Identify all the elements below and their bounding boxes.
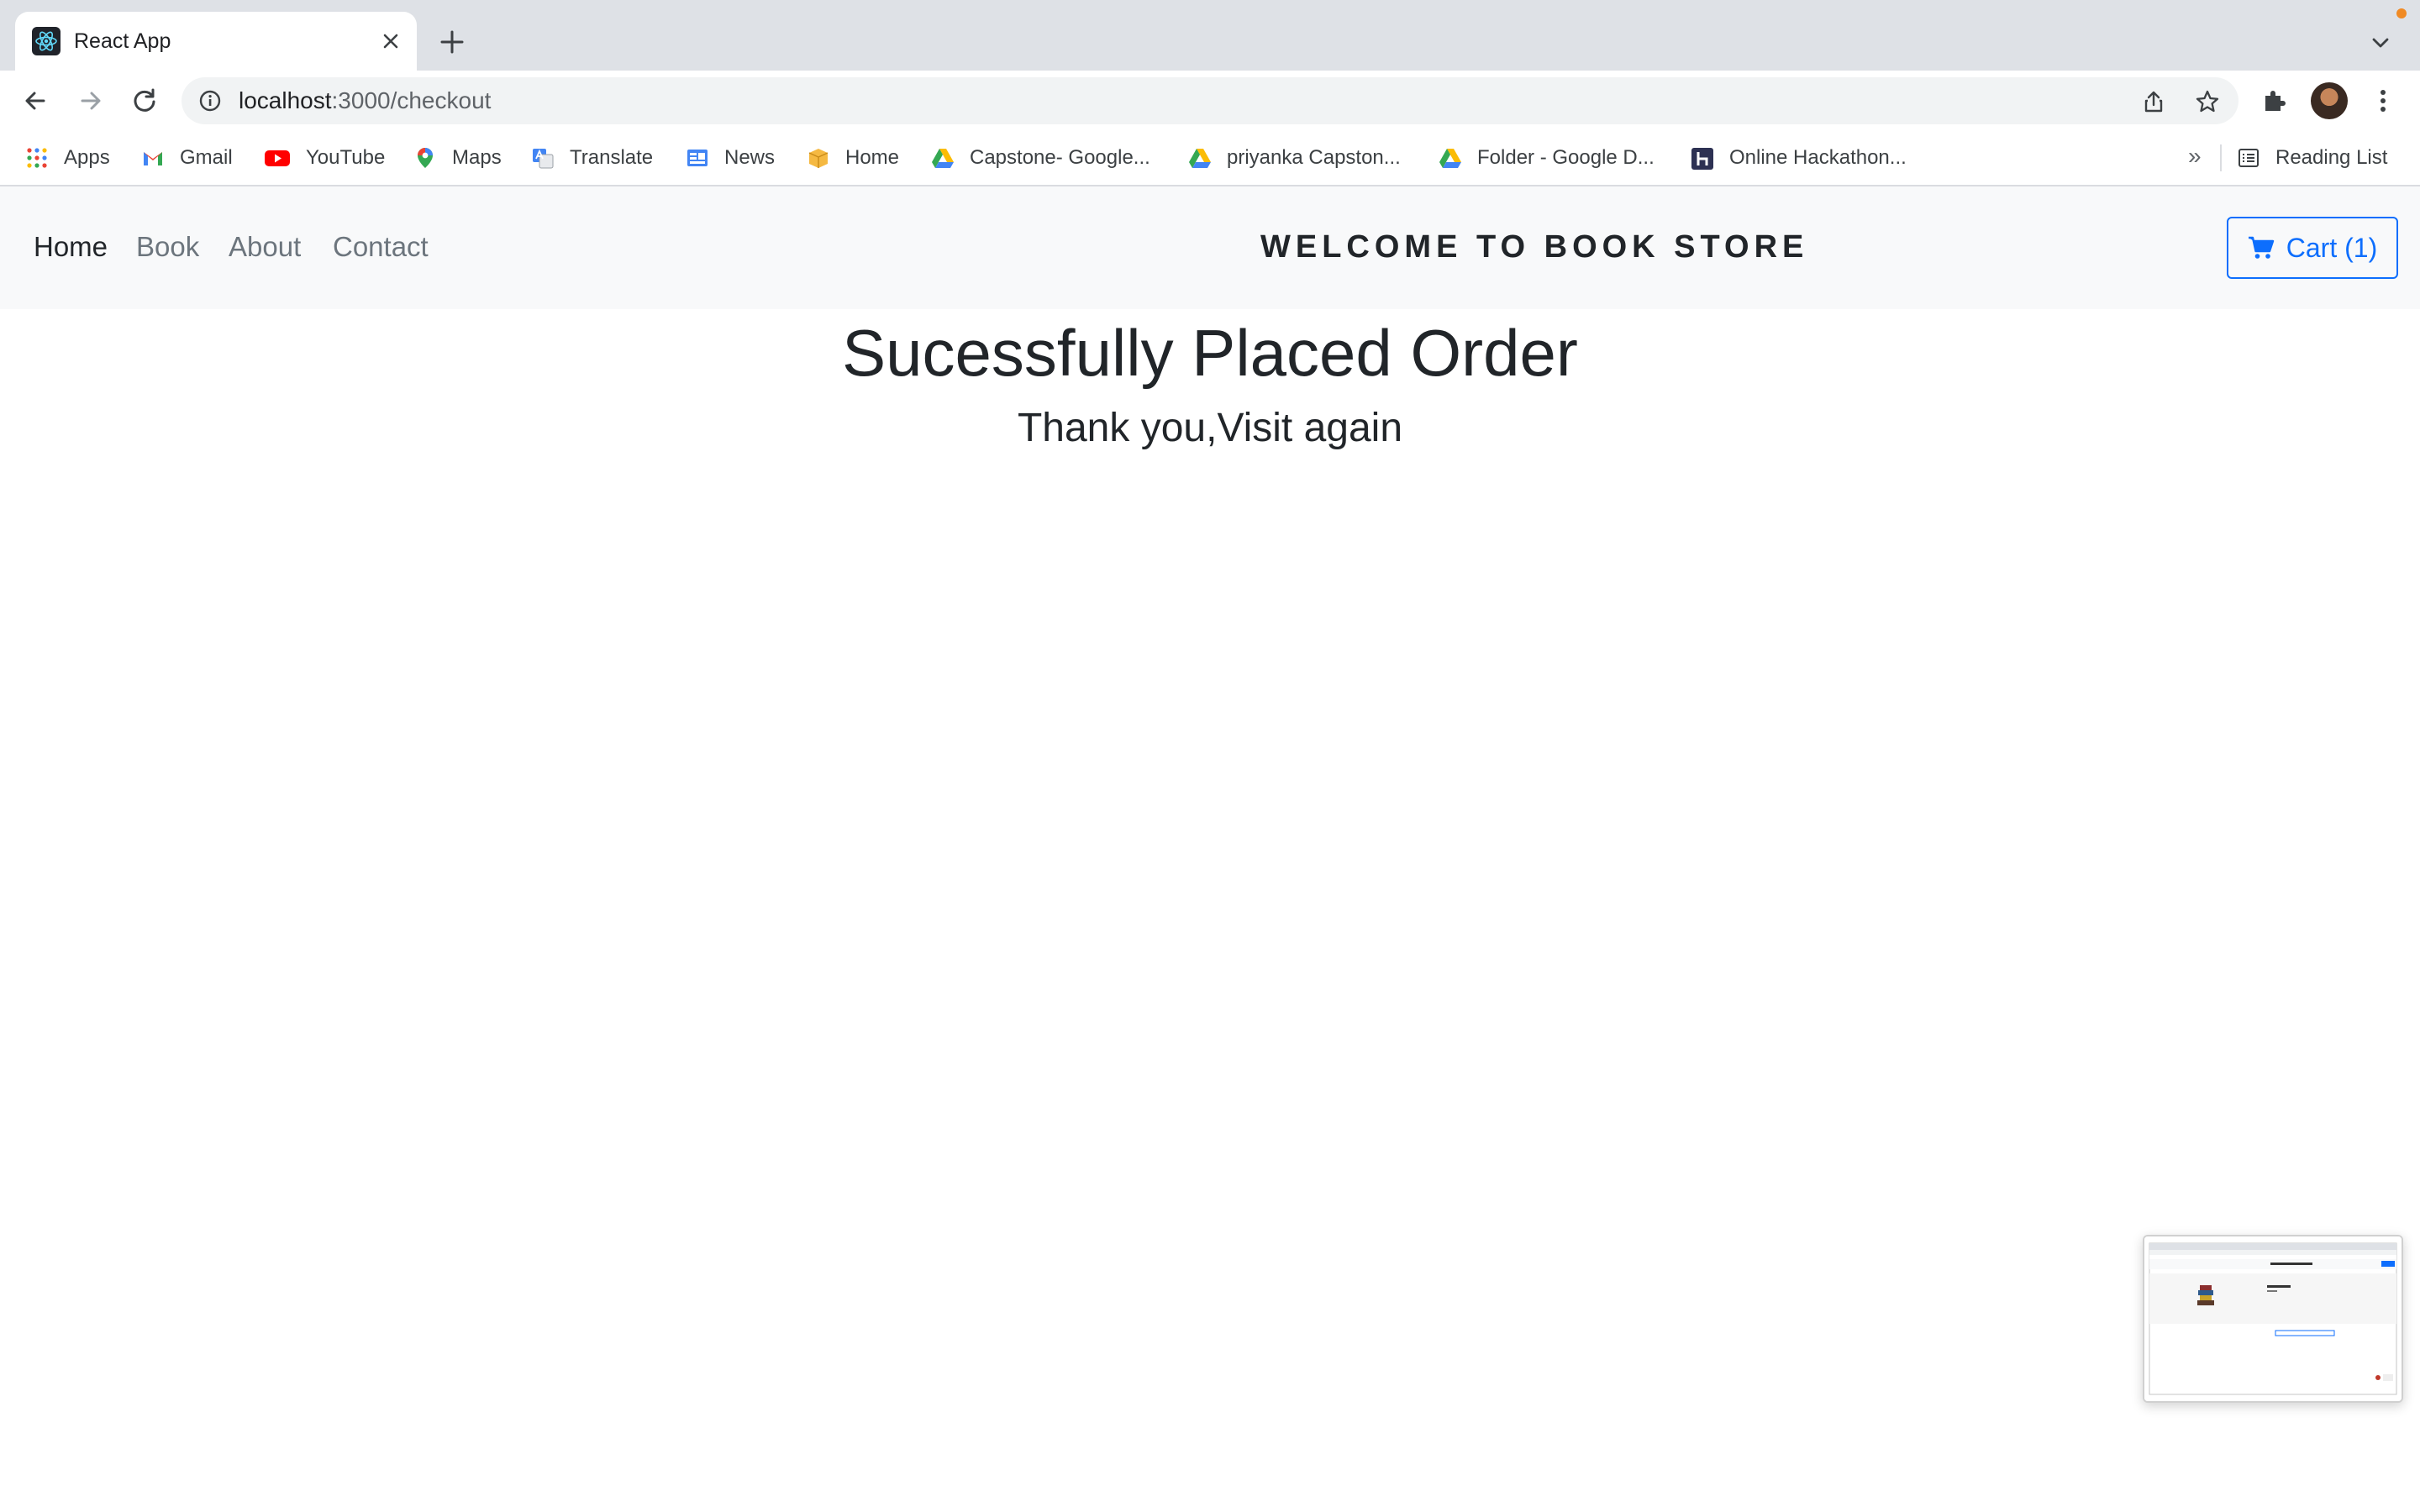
order-success-heading: Sucessfully Placed Order [842,316,1578,390]
bookmark-label: Online Hackathon... [1729,146,1907,169]
nav-link-book[interactable]: Book [136,230,199,264]
maps-pin-icon [418,148,433,168]
close-tab-icon[interactable] [378,29,403,54]
apps-grid-icon [27,148,47,168]
bookmark-label: priyanka Capston... [1227,146,1401,169]
site-brand-title: WELCOME TO BOOK STORE [1260,229,1809,265]
nav-link-about[interactable]: About [229,230,301,264]
bookmark-label: Apps [64,146,110,169]
bookmark-label: Capstone- Google... [970,146,1150,169]
drive-icon [1189,149,1211,168]
cart-button[interactable]: Cart (1) [2227,217,2398,279]
shopping-cart-icon [2248,236,2274,259]
profile-avatar[interactable] [2311,82,2348,119]
bookmark-online-hackathon[interactable]: Online Hackathon... [1691,143,1907,173]
bookmark-label: Folder - Google D... [1477,146,1655,169]
bookmarks-divider [2220,144,2222,171]
bookmark-capstone-google[interactable]: Capstone- Google... [931,143,1150,173]
forward-arrow-icon[interactable] [76,86,106,116]
recording-dot [2396,8,2407,18]
nav-link-contact[interactable]: Contact [333,230,429,264]
url-text: localhost:3000/checkout [239,87,491,114]
bookmark-news[interactable]: News [686,143,775,173]
bookmark-label: Translate [570,146,654,169]
nav-link-home[interactable]: Home [34,230,108,264]
site-navbar: Home Book About Contact WELCOME TO BOOK … [0,186,2420,309]
tab-title: React App [74,29,171,53]
news-icon [687,150,708,166]
tab-strip: React App [0,0,2420,71]
url-path: :3000/checkout [331,87,492,113]
thank-you-message: Thank you,Visit again [1017,406,1403,450]
chevron-down-icon[interactable] [2368,30,2393,55]
bookmark-gmail[interactable]: Gmail [141,143,233,173]
bookmark-priyanka-capstone[interactable]: priyanka Capston... [1188,143,1401,173]
bookmark-maps[interactable]: Maps [413,143,502,173]
box-icon [808,149,829,168]
bookmark-apps[interactable]: Apps [25,143,110,173]
reading-list-icon [2238,149,2259,167]
bookmark-youtube[interactable]: YouTube [264,143,385,173]
gmail-icon [143,151,163,165]
thumbnail-preview-image [2144,1236,2402,1401]
bookmark-label: News [724,146,776,169]
bookmark-translate[interactable]: Translate [531,143,653,173]
kebab-menu-icon[interactable] [2368,86,2398,116]
reading-list-label: Reading List [2275,146,2388,169]
translate-icon [533,149,554,169]
bookmark-home[interactable]: Home [807,143,899,173]
url-host: localhost [239,87,332,113]
reload-icon[interactable] [129,86,160,116]
bookmark-label: YouTube [306,146,386,169]
reading-list-button[interactable]: Reading List [2237,143,2387,173]
bookmark-label: Gmail [180,146,233,169]
bookmark-label: Home [845,146,900,169]
info-icon[interactable] [198,89,222,113]
youtube-icon [265,150,290,166]
new-tab-icon[interactable] [437,27,467,57]
screenshot-preview-thumbnail[interactable] [2143,1235,2403,1403]
bookmark-folder-google-drive[interactable]: Folder - Google D... [1439,143,1655,173]
drive-icon [1439,149,1461,168]
react-logo-icon [32,27,60,55]
back-arrow-icon[interactable] [20,86,50,116]
extensions-puzzle-icon[interactable] [2259,86,2289,116]
bookmarks-overflow-button[interactable]: » [2188,143,2202,170]
share-icon[interactable] [2141,89,2166,114]
cart-label: Cart (1) [2286,232,2378,263]
address-bar[interactable]: localhost:3000/checkout [182,77,2238,124]
hackathon-h-icon [1691,148,1713,170]
bookmarks-bar: Apps Gmail YouTube Maps Translate News H… [0,131,2420,186]
browser-toolbar: localhost:3000/checkout [0,71,2420,131]
drive-icon [932,149,954,168]
bookmark-star-icon[interactable] [2195,89,2220,114]
bookmark-label: Maps [452,146,502,169]
browser-tab[interactable]: React App [15,12,417,71]
